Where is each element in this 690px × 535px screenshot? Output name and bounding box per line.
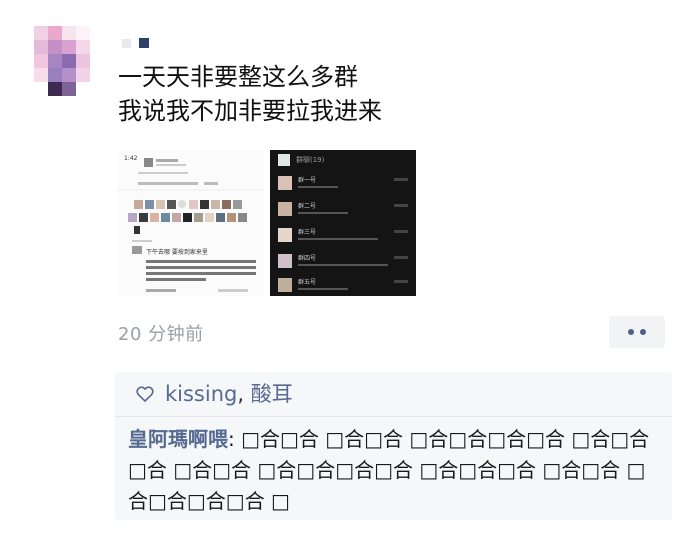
comment-colon: : [228,427,235,451]
thumb-left-row-label: 下午去哪 要按到家来里 [146,248,208,256]
like-name[interactable]: kissing [165,382,237,406]
username-redacted [122,38,131,48]
avatar-pixel [48,82,62,96]
like-name[interactable]: 酸耳 [251,382,293,406]
avatar-pixel [34,68,48,82]
flag-icon [139,38,149,48]
avatar-pixel [62,68,76,82]
avatar-pixel [62,26,76,40]
thumb-right-title: 群聊(19) [296,155,325,164]
thumb-right-row: 群三号 [298,228,316,236]
avatar-pixel [76,54,90,68]
divider [115,416,672,417]
avatar-pixel [34,26,48,40]
avatar-pixel [34,54,48,68]
comment-item[interactable]: 皇阿瑪啊喂: □合□合 □合□合 □合□合□合□合 □合□合□合 □合□合 □合… [128,424,658,517]
comment-author[interactable]: 皇阿瑪啊喂 [128,427,228,451]
post-image-1-content: 1:42 下午去哪 要按到家来里 [118,150,264,296]
avatar-pixel [62,40,76,54]
avatar-pixel [76,40,90,54]
avatar-pixel [62,54,76,68]
more-dot-icon [628,329,634,335]
avatar-pixel [76,68,90,82]
post-text-line-2: 我说我不加非要拉我进来 [118,97,382,125]
avatar-pixel [76,26,90,40]
like-separator: , [237,382,245,406]
avatar-pixel [48,68,62,82]
post-image-2-content: 群聊(19) 群一号 群二号 群三号 群四号 群五号 [270,150,416,296]
avatar-pixel [48,54,62,68]
more-button[interactable] [609,316,665,348]
avatar-pixel [34,40,48,54]
avatar[interactable] [34,26,90,96]
heart-outline-icon [136,386,154,402]
avatar-pixel [48,40,62,54]
post-text-line-1: 一天天非要整这么多群 [118,63,358,91]
post-image-1[interactable]: 1:42 下午去哪 要按到家来里 [118,150,264,296]
thumb-right-row: 群一号 [298,176,316,184]
thumb-left-status: 1:42 [124,155,138,162]
thumb-right-row: 群五号 [298,278,316,286]
username-row[interactable] [122,36,149,50]
avatar-pixel [62,82,76,96]
likes-row: kissing, 酸耳 [135,380,293,408]
thumb-right-row: 群四号 [298,254,316,262]
post-text: 一天天非要整这么多群 我说我不加非要拉我进来 [118,60,658,128]
likes-comments-panel: kissing, 酸耳 皇阿瑪啊喂: □合□合 □合□合 □合□合□合□合 □合… [115,372,672,520]
more-dot-icon [640,329,646,335]
post-image-2[interactable]: 群聊(19) 群一号 群二号 群三号 群四号 群五号 [270,150,416,296]
avatar-pixel [48,26,62,40]
thumb-right-row: 群二号 [298,202,316,210]
post-time: 20 分钟前 [118,324,204,345]
